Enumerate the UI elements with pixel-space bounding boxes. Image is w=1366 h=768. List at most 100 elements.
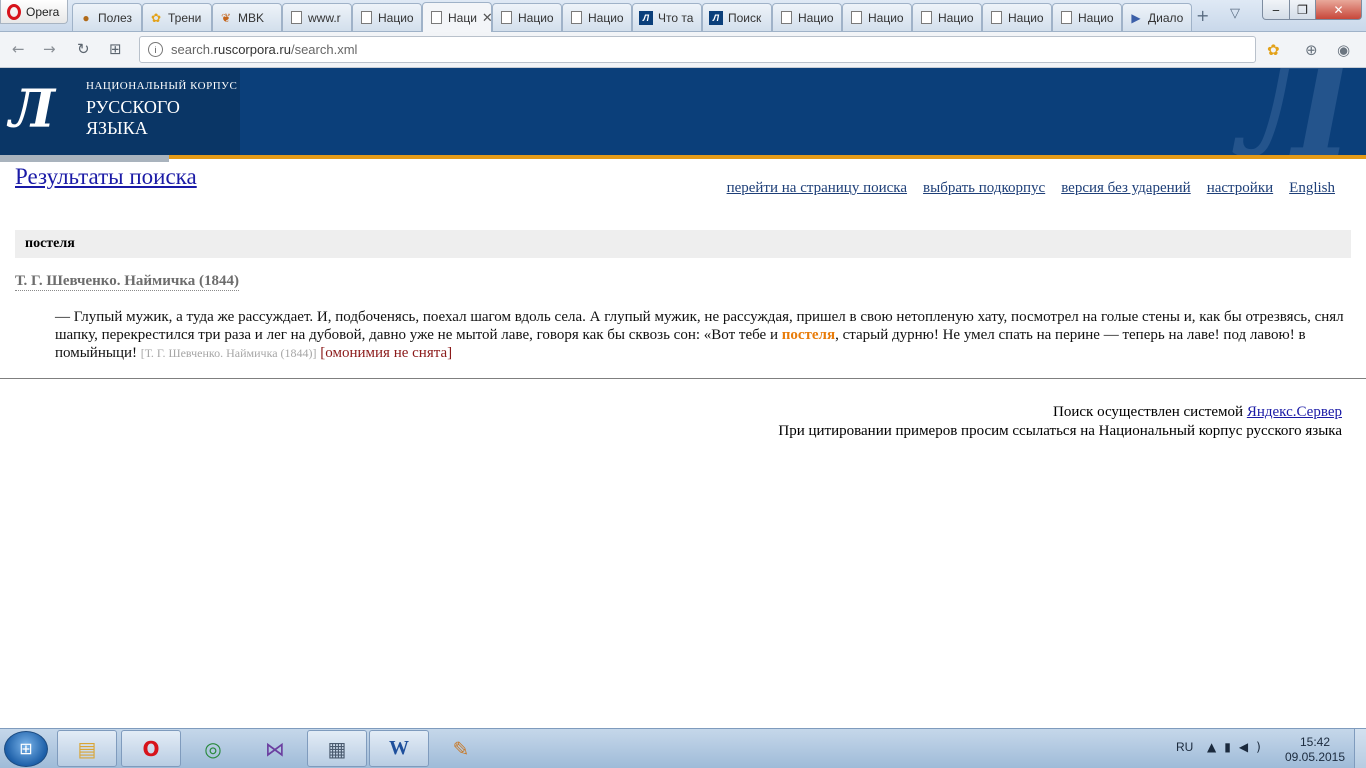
browser-tab[interactable]: Нацио (492, 3, 562, 31)
new-tab-icon[interactable]: + (1196, 6, 1209, 25)
acorn-icon: ● (82, 10, 90, 25)
header-stripe-grey (0, 155, 169, 162)
result-snippet: — Глупый мужик, а туда же рассуждает. И,… (55, 308, 1345, 362)
chrome-icon: ◎ (204, 736, 222, 761)
back-arrow-icon[interactable]: ← (12, 40, 25, 58)
ruscorpora-icon: Л (709, 10, 723, 25)
browser-tab[interactable]: Нацио (1052, 3, 1122, 31)
browser-tab[interactable]: Л Что та (632, 3, 702, 31)
footer-line-citation: При цитировании примеров просим ссылатьс… (778, 423, 1342, 439)
browser-tab[interactable]: ✿ Трени (142, 3, 212, 31)
snippet-hit-word: постеля (781, 327, 836, 343)
snippet-source-link[interactable]: [Т. Г. Шевченко. Наймичка (1844)] (141, 346, 317, 360)
tab-label: Нацио (1008, 10, 1044, 25)
tab-label: Диало (1148, 10, 1184, 25)
network-signal-icon: ▮ (1224, 740, 1239, 754)
browser-tab[interactable]: Нацио (912, 3, 982, 31)
tab-label: Нацио (518, 10, 554, 25)
maximize-window-button[interactable]: ❐ (1289, 0, 1316, 20)
taskbar-calculator-button[interactable]: ▦ (307, 730, 367, 767)
link-version-without-stress[interactable]: версия без ударений (1061, 180, 1191, 197)
tab-label: www.r (308, 10, 341, 25)
word-icon: W (389, 737, 409, 759)
tab-label: Нацио (378, 10, 414, 25)
taskbar-clock[interactable]: 15:42 09.05.2015 (1284, 735, 1346, 765)
browser-tab[interactable]: Нацио (772, 3, 842, 31)
tab-label: Полез (98, 10, 132, 25)
opera-logo-icon (7, 3, 21, 20)
show-desktop-button[interactable] (1354, 729, 1366, 768)
homonymy-link[interactable]: [омонимия не снята] (320, 345, 452, 361)
browser-tab[interactable]: Нацио (352, 3, 422, 31)
taskbar-opera-button[interactable]: O (121, 730, 181, 767)
site-header: Л НАЦИОНАЛЬНЫЙ КОРПУС РУССКОГО ЯЗЫКА Л (0, 68, 1366, 155)
extension-flower-icon[interactable]: ✿ (1267, 41, 1280, 59)
document-icon (849, 11, 863, 25)
tab-label: Поиск (728, 10, 762, 25)
address-bar[interactable]: i search.ruscorpora.ru/search.xml (139, 36, 1256, 63)
calculator-icon: ▦ (327, 736, 347, 761)
link-select-subcorpus[interactable]: выбрать подкорпус (923, 180, 1045, 197)
browser-tab[interactable]: Нацио (842, 3, 912, 31)
opera-menu-label: Opera (26, 4, 60, 19)
forward-arrow-icon[interactable]: → (43, 40, 56, 58)
tab-label: Трени (168, 10, 202, 25)
browser-tab[interactable]: ▶ Диало (1122, 3, 1192, 31)
link-go-to-search-page[interactable]: перейти на страницу поиска (727, 180, 907, 197)
speed-dial-grid-icon[interactable]: ⊞ (109, 40, 122, 58)
taskbar-visual-studio-button[interactable]: ⋈ (245, 730, 305, 767)
taskbar-word-button[interactable]: W (369, 730, 429, 767)
clock-date: 09.05.2015 (1284, 750, 1346, 764)
download-icon[interactable]: ⊕ (1305, 41, 1318, 59)
tab-menu-chevron-icon[interactable]: ▽ (1230, 6, 1240, 21)
document-icon (569, 11, 583, 25)
taskbar-explorer-button[interactable]: ▤ (57, 730, 117, 767)
folder-icon: ▤ (77, 736, 97, 761)
taskbar-paint-button[interactable]: ✎ (431, 730, 491, 767)
browser-tab-strip: Opera ● Полез ✿ Трени ❦ MBK www.r Нацио … (0, 0, 1366, 32)
footer-line-search-engine: Поиск осуществлен системой Яндекс.Сервер (1053, 404, 1342, 420)
header-watermark-icon: Л (1238, 68, 1353, 155)
site-info-icon[interactable]: i (148, 42, 163, 57)
ruscorpora-icon: Л (639, 10, 653, 25)
paint-palette-icon: ✎ (452, 736, 470, 761)
opera-menu-button[interactable]: Opera (0, 0, 68, 24)
yandex-server-link[interactable]: Яндекс.Сервер (1247, 404, 1342, 420)
document-icon (359, 11, 373, 25)
document-icon (989, 11, 1003, 25)
tab-label: Что та (658, 10, 694, 25)
link-settings[interactable]: настройки (1207, 180, 1273, 197)
windows-taskbar: ⊞ ▤ O ◎ ⋈ ▦ W ✎ RU ▲▮◀) 15:42 09.05.2015 (0, 728, 1366, 768)
taskbar-chrome-button[interactable]: ◎ (183, 730, 243, 767)
browser-tab[interactable]: www.r (282, 3, 352, 31)
flower-icon: ✿ (150, 10, 162, 25)
link-english[interactable]: English (1289, 180, 1335, 197)
profile-icon[interactable]: ◉ (1337, 41, 1350, 59)
browser-tab[interactable]: Нацио (562, 3, 632, 31)
browser-toolbar: ← → ↻ ⊞ i search.ruscorpora.ru/search.xm… (0, 32, 1366, 68)
page-title[interactable]: Результаты поиска (15, 164, 197, 190)
start-button[interactable]: ⊞ (4, 731, 48, 767)
browser-tab[interactable]: Л Поиск (702, 3, 772, 31)
browser-tab[interactable]: ● Полез (72, 3, 142, 31)
close-window-button[interactable]: ✕ (1315, 0, 1362, 20)
visual-studio-icon: ⋈ (265, 736, 285, 761)
document-icon (429, 11, 443, 25)
ruscorpora-logo-icon: Л (9, 79, 55, 140)
tab-label: Нацио (798, 10, 834, 25)
browser-tab[interactable]: ❦ MBK (212, 3, 282, 31)
site-logo-block[interactable]: Л НАЦИОНАЛЬНЫЙ КОРПУС РУССКОГО ЯЗЫКА (0, 68, 240, 155)
dialog-icon: ▶ (1131, 10, 1141, 25)
browser-tab[interactable]: Нацио (982, 3, 1052, 31)
browser-tab-active[interactable]: Наци ✕ (422, 2, 492, 32)
logo-text-line1: НАЦИОНАЛЬНЫЙ КОРПУС (86, 80, 238, 92)
close-tab-icon[interactable]: ✕ (482, 10, 491, 26)
opera-icon: O (142, 736, 160, 761)
result-document-title[interactable]: Т. Г. Шевченко. Наймичка (1844) (15, 273, 240, 291)
system-tray-icons[interactable]: ▲▮◀) (1207, 740, 1269, 754)
document-icon (919, 11, 933, 25)
minimize-window-button[interactable]: ‒ (1262, 0, 1290, 20)
input-language-indicator[interactable]: RU (1176, 740, 1193, 754)
reload-icon[interactable]: ↻ (77, 40, 90, 58)
tab-label: Нацио (868, 10, 904, 25)
